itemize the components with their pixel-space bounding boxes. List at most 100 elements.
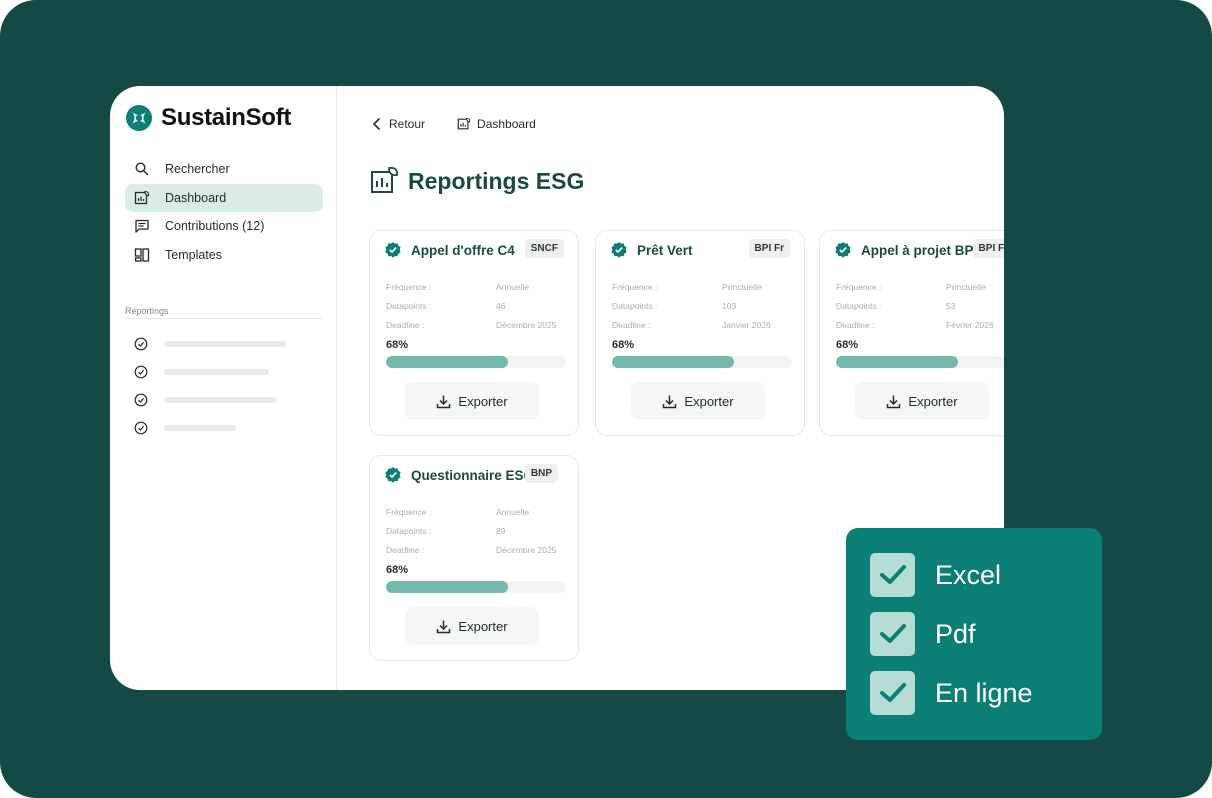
frequence-label: Fréquence : [386, 281, 432, 292]
brand-logo[interactable]: SustainSoft [125, 104, 291, 132]
sidebar-item-label: Rechercher [165, 162, 230, 176]
list-item[interactable] [134, 414, 286, 442]
progress-percent: 68% [836, 339, 859, 351]
sidebar-item-label: Dashboard [165, 190, 227, 205]
page-header: Reportings ESG [370, 166, 584, 196]
brand-name: SustainSoft [161, 104, 292, 131]
checkmark-icon [879, 683, 906, 702]
deadline-value: Février 2026 [946, 319, 994, 330]
card-meta: Fréquence : Ponctuelle Datapoints : 53 Dea… [836, 277, 1004, 334]
export-option-label: En ligne [935, 677, 1033, 708]
deadline-label: Deadline : [612, 319, 651, 330]
sidebar-item-label: Contributions (12) [165, 219, 265, 233]
issuer-badge: BNP [524, 464, 558, 483]
placeholder-bar [164, 341, 286, 347]
progress-percent: 68% [386, 564, 409, 576]
search-icon [135, 162, 149, 176]
card-title: Appel d'offre C4 [411, 242, 515, 258]
frequence-label: Fréquence : [386, 506, 432, 517]
progress-fill [386, 356, 509, 368]
export-label: Exporter [458, 393, 508, 409]
chevron-left-icon [372, 118, 380, 130]
deadline-value: Décembre 2025 [496, 544, 557, 555]
issuer-badge: BPI Fr [748, 239, 790, 258]
card-title: Appel à projet BPI [861, 242, 978, 258]
card-meta: Fréquence : Ponctuelle Datapoints : 103 De… [612, 277, 792, 334]
report-card[interactable]: Questionnaire ESG BNP Fréquence : Annuell… [369, 455, 579, 661]
export-option-pdf[interactable]: Pdf [870, 612, 976, 656]
progress-fill [836, 356, 959, 368]
issuer-badge: BPI Fr [972, 239, 1004, 258]
datapoints-value: 46 [496, 300, 506, 311]
verified-badge-icon [385, 242, 401, 258]
export-label: Exporter [684, 393, 734, 409]
checkbox[interactable] [870, 671, 915, 715]
check-circle-icon [134, 393, 148, 407]
list-item[interactable] [134, 330, 286, 358]
progress-bar [836, 356, 1004, 368]
sidebar-item-contributions[interactable]: Contributions (12) [125, 212, 323, 240]
card-title: Questionnaire ESG [411, 467, 535, 483]
export-label: Exporter [458, 618, 508, 634]
export-button[interactable]: Exporter [405, 607, 539, 645]
export-button[interactable]: Exporter [855, 382, 989, 420]
list-item[interactable] [134, 386, 286, 414]
sidebar-item-rechercher[interactable]: Rechercher [125, 155, 323, 183]
verified-badge-icon [611, 242, 627, 258]
card-meta: Fréquence : Annuelle Datapoints : 89 Deadl… [386, 502, 566, 559]
checkbox[interactable] [870, 612, 915, 656]
deadline-label: Deadline : [386, 544, 425, 555]
report-card[interactable]: Prêt Vert BPI Fr Fréquence : Ponctuelle D… [595, 230, 805, 436]
back-label: Retour [389, 117, 426, 131]
check-circle-icon [134, 337, 148, 351]
verified-badge-icon [835, 242, 851, 258]
checkmark-icon [879, 565, 906, 584]
datapoints-label: Datapoints : [386, 300, 432, 311]
back-button[interactable]: Retour [371, 117, 425, 131]
export-formats-panel: Excel Pdf En ligne [846, 528, 1102, 740]
progress-bar [386, 581, 566, 593]
comment-icon [135, 219, 149, 233]
export-label: Exporter [908, 393, 958, 409]
export-option-excel[interactable]: Excel [870, 553, 1001, 597]
reportings-section-label: Reportings [125, 306, 169, 316]
frequence-value: Annuelle [496, 506, 530, 517]
checkmark-icon [879, 624, 906, 643]
download-icon [437, 395, 451, 408]
card-title: Prêt Vert [637, 242, 693, 258]
deadline-label: Deadline : [386, 319, 425, 330]
report-card[interactable]: Appel à projet BPI BPI Fr Fréquence : Pon… [819, 230, 1004, 436]
template-icon [134, 247, 150, 262]
download-icon [887, 395, 901, 408]
card-header: Appel d'offre C4 [384, 241, 515, 259]
export-option-label: Excel [935, 559, 1002, 590]
sidebar-item-dashboard[interactable]: Dashboard [125, 183, 323, 212]
frequence-value: Ponctuelle [946, 281, 986, 292]
export-button[interactable]: Exporter [405, 382, 539, 420]
reportings-list [134, 330, 286, 442]
list-item[interactable] [134, 358, 286, 386]
check-circle-icon [134, 421, 148, 435]
datapoints-label: Datapoints : [612, 300, 658, 311]
dashboard-icon [457, 117, 471, 130]
card-header: Prêt Vert [610, 241, 693, 259]
frequence-label: Fréquence : [836, 281, 882, 292]
export-option-en-ligne[interactable]: En ligne [870, 671, 1033, 715]
sidebar-item-templates[interactable]: Templates [125, 241, 323, 269]
deadline-value: Décembre 2025 [496, 319, 557, 330]
sidebar-item-label: Templates [165, 247, 222, 262]
progress-fill [612, 356, 735, 368]
breadcrumb-dashboard-link[interactable]: Dashboard [457, 117, 536, 131]
progress-bar [386, 356, 566, 368]
placeholder-bar [164, 369, 269, 375]
progress-percent: 68% [386, 339, 409, 351]
verified-badge-icon [385, 467, 401, 483]
export-option-label: Pdf [935, 618, 976, 649]
datapoints-value: 103 [722, 300, 737, 311]
frequence-value: Annuelle [496, 281, 530, 292]
export-button[interactable]: Exporter [631, 382, 765, 420]
checkbox[interactable] [870, 553, 915, 597]
report-card[interactable]: Appel d'offre C4 SNCF Fréquence : Annuell… [369, 230, 579, 436]
divider [125, 318, 322, 319]
frequence-label: Fréquence : [612, 281, 658, 292]
